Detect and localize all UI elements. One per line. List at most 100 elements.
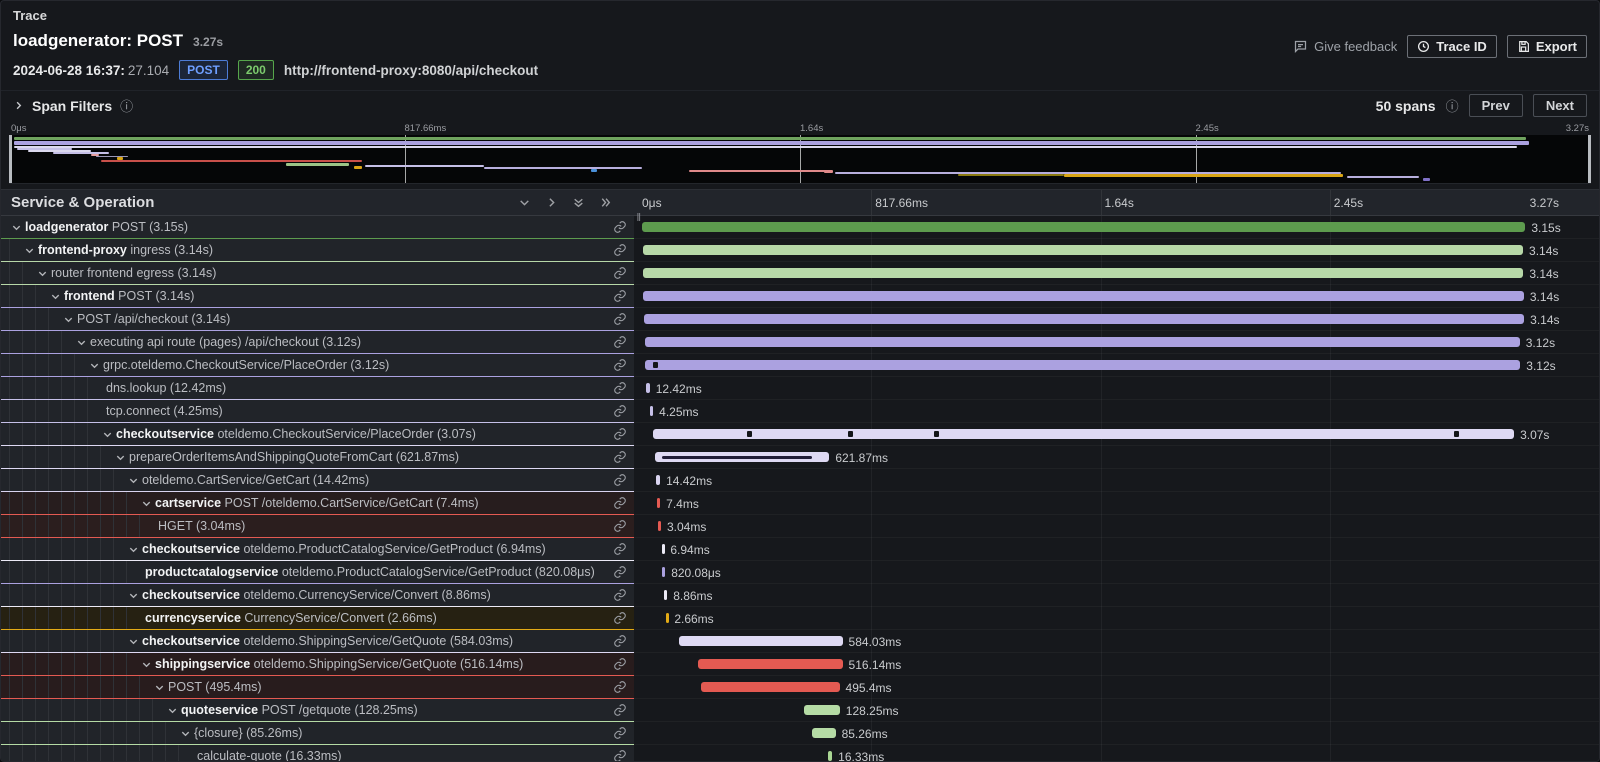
span-duration-bar[interactable]	[658, 521, 661, 531]
info-icon[interactable]: ⓘ	[120, 96, 133, 115]
span-timeline-cell[interactable]: 3.04ms	[634, 515, 1599, 538]
chevron-down-icon[interactable]	[152, 682, 166, 694]
span-duration-bar[interactable]	[662, 567, 665, 577]
span-duration-bar[interactable]	[650, 406, 653, 416]
chevron-down-icon[interactable]	[74, 337, 88, 349]
span-timeline-cell[interactable]: 3.15s	[634, 216, 1599, 239]
chevron-down-icon[interactable]	[87, 360, 101, 372]
span-duration-bar[interactable]	[804, 705, 840, 715]
span-name-cell[interactable]: calculate-quote (16.33ms)	[1, 745, 634, 762]
span-name-cell[interactable]: checkoutservice oteldemo.CurrencyService…	[1, 584, 634, 607]
span-duration-bar[interactable]	[643, 291, 1524, 301]
span-duration-bar[interactable]	[701, 682, 840, 692]
chevrons-right-icon[interactable]	[599, 196, 612, 209]
span-name-cell[interactable]: grpc.oteldemo.CheckoutService/PlaceOrder…	[1, 354, 634, 377]
chevron-down-icon[interactable]	[126, 544, 140, 556]
span-timeline-cell[interactable]: 820.08μs	[634, 561, 1599, 584]
link-icon[interactable]	[613, 427, 627, 441]
minimap-left-handle[interactable]	[9, 135, 12, 183]
span-duration-bar[interactable]	[655, 452, 829, 462]
span-timeline-cell[interactable]: 128.25ms	[634, 699, 1599, 722]
next-button[interactable]: Next	[1533, 94, 1587, 117]
link-icon[interactable]	[613, 335, 627, 349]
span-duration-bar[interactable]	[642, 222, 1525, 232]
chevron-down-icon[interactable]	[35, 268, 49, 280]
link-icon[interactable]	[613, 611, 627, 625]
span-duration-bar[interactable]	[645, 337, 1520, 347]
chevron-down-icon[interactable]	[22, 245, 36, 257]
chevron-down-icon[interactable]	[61, 314, 75, 326]
span-name-cell[interactable]: executing api route (pages) /api/checkou…	[1, 331, 634, 354]
link-icon[interactable]	[613, 565, 627, 579]
span-duration-bar[interactable]	[645, 360, 1520, 370]
span-timeline-cell[interactable]: 3.12s	[634, 331, 1599, 354]
span-duration-bar[interactable]	[828, 751, 833, 761]
span-duration-bar[interactable]	[657, 498, 660, 508]
link-icon[interactable]	[613, 519, 627, 533]
span-timeline-cell[interactable]: 3.14s	[634, 308, 1599, 331]
span-timeline-cell[interactable]: 3.14s	[634, 262, 1599, 285]
span-duration-bar[interactable]	[662, 544, 665, 554]
span-timeline-cell[interactable]: 85.26ms	[634, 722, 1599, 745]
link-icon[interactable]	[613, 381, 627, 395]
link-icon[interactable]	[613, 473, 627, 487]
span-timeline-cell[interactable]: 14.42ms	[634, 469, 1599, 492]
span-name-cell[interactable]: HGET (3.04ms)	[1, 515, 634, 538]
span-duration-bar[interactable]	[812, 728, 836, 738]
link-icon[interactable]	[613, 634, 627, 648]
span-name-cell[interactable]: POST /api/checkout (3.14s)	[1, 308, 634, 331]
minimap-right-handle[interactable]	[1588, 135, 1591, 183]
span-duration-bar[interactable]	[653, 429, 1514, 439]
chevron-down-icon[interactable]	[139, 659, 153, 671]
minimap-viewport[interactable]	[9, 135, 1591, 184]
export-button[interactable]: Export	[1507, 35, 1587, 58]
chevron-down-icon[interactable]	[126, 475, 140, 487]
chevron-down-icon[interactable]	[126, 590, 140, 602]
span-timeline-cell[interactable]: 584.03ms	[634, 630, 1599, 653]
span-name-cell[interactable]: router frontend egress (3.14s)	[1, 262, 634, 285]
chevron-down-icon[interactable]	[126, 636, 140, 648]
link-icon[interactable]	[613, 588, 627, 602]
span-timeline-cell[interactable]: 495.4ms	[634, 676, 1599, 699]
span-duration-bar[interactable]	[679, 636, 843, 646]
trace-id-button[interactable]: Trace ID	[1407, 35, 1497, 58]
chevron-down-icon[interactable]	[100, 429, 114, 441]
link-icon[interactable]	[613, 726, 627, 740]
span-timeline-cell[interactable]: 3.07s	[634, 423, 1599, 446]
chevron-down-icon[interactable]	[9, 222, 23, 234]
chevron-right-icon[interactable]	[545, 196, 558, 209]
span-name-cell[interactable]: frontend-proxy ingress (3.14s)	[1, 239, 634, 262]
link-icon[interactable]	[613, 450, 627, 464]
give-feedback-link[interactable]: Give feedback	[1293, 39, 1397, 54]
link-icon[interactable]	[613, 243, 627, 257]
prev-button[interactable]: Prev	[1469, 94, 1523, 117]
chevron-down-icon[interactable]	[165, 705, 179, 717]
link-icon[interactable]	[613, 404, 627, 418]
span-duration-bar[interactable]	[643, 245, 1524, 255]
link-icon[interactable]	[613, 312, 627, 326]
link-icon[interactable]	[613, 542, 627, 556]
link-icon[interactable]	[613, 703, 627, 717]
link-icon[interactable]	[613, 358, 627, 372]
chevron-down-icon[interactable]	[178, 728, 192, 740]
span-timeline-cell[interactable]: 16.33ms	[634, 745, 1599, 762]
link-icon[interactable]	[613, 266, 627, 280]
span-duration-bar[interactable]	[656, 475, 660, 485]
span-name-cell[interactable]: shippingservice oteldemo.ShippingService…	[1, 653, 634, 676]
span-name-cell[interactable]: dns.lookup (12.42ms)	[1, 377, 634, 400]
span-name-cell[interactable]: frontend POST (3.14s)	[1, 285, 634, 308]
span-timeline-cell[interactable]: 6.94ms	[634, 538, 1599, 561]
column-resizer-handle[interactable]: ‖	[636, 212, 642, 224]
span-name-cell[interactable]: cartservice POST /oteldemo.CartService/G…	[1, 492, 634, 515]
span-name-cell[interactable]: tcp.connect (4.25ms)	[1, 400, 634, 423]
span-timeline-cell[interactable]: 621.87ms	[634, 446, 1599, 469]
span-filters-toggle[interactable]: Span Filters ⓘ	[13, 96, 133, 115]
span-name-cell[interactable]: oteldemo.CartService/GetCart (14.42ms)	[1, 469, 634, 492]
span-duration-bar[interactable]	[664, 590, 667, 600]
span-timeline-cell[interactable]: 2.66ms	[634, 607, 1599, 630]
chevron-down-icon[interactable]	[518, 196, 531, 209]
span-duration-bar[interactable]	[646, 383, 649, 393]
span-timeline-cell[interactable]: 3.12s	[634, 354, 1599, 377]
info-icon[interactable]: ⓘ	[1446, 96, 1459, 115]
link-icon[interactable]	[613, 749, 627, 762]
